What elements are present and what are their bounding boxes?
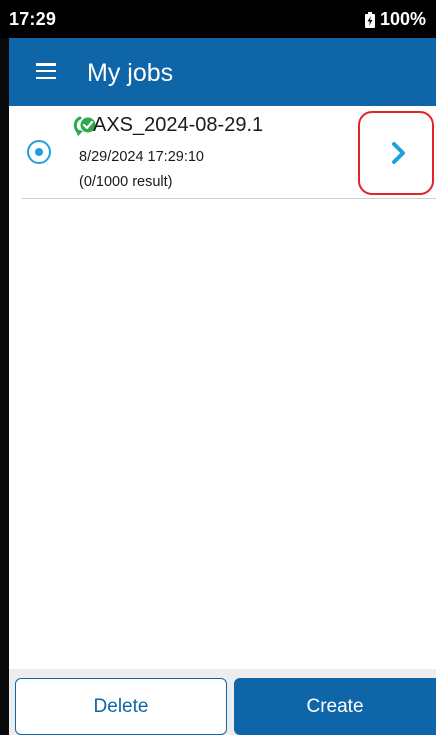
status-bar: 17:29 100%	[0, 0, 436, 38]
job-name: AXS_2024-08-29.1	[93, 114, 264, 136]
status-time: 17:29	[9, 9, 57, 29]
delete-button[interactable]: Delete	[15, 678, 227, 735]
job-list-item[interactable]: AXS_2024-08-29.1 8/29/2024 17:29:10 (0/1…	[9, 106, 436, 199]
open-job-button[interactable]	[358, 111, 434, 195]
job-list: AXS_2024-08-29.1 8/29/2024 17:29:10 (0/1…	[9, 106, 436, 199]
divider	[22, 198, 436, 199]
create-button[interactable]: Create	[234, 678, 436, 735]
screen: 17:29 100% My jobs AXS_2024-08-29.1 8/29…	[0, 0, 436, 735]
hamburger-menu-icon[interactable]	[36, 63, 56, 80]
app-bar: My jobs	[9, 38, 436, 106]
battery-indicator: 100%	[364, 9, 426, 30]
device-edge	[0, 0, 9, 735]
chevron-right-icon	[392, 142, 405, 164]
bottom-action-bar: Delete Create	[9, 669, 436, 735]
battery-percent: 100%	[379, 9, 426, 29]
page-title: My jobs	[87, 59, 174, 87]
job-results: (0/1000 result)	[79, 174, 173, 190]
job-date: 8/29/2024 17:29:10	[79, 149, 204, 165]
battery-charging-icon	[364, 11, 375, 28]
job-select-radio[interactable]	[27, 140, 51, 164]
radio-selected-dot	[34, 147, 43, 156]
